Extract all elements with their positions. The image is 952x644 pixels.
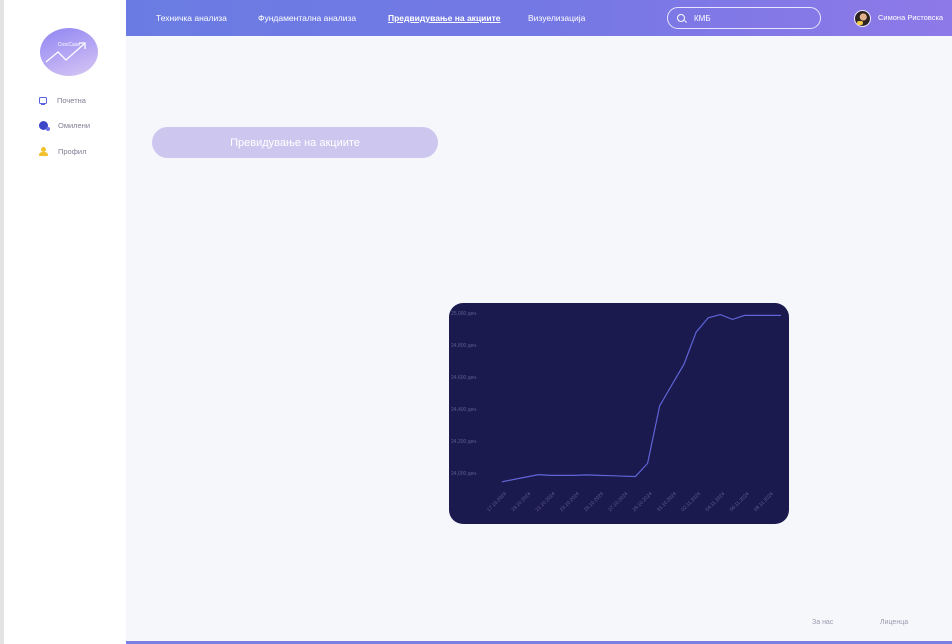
footer-license-link[interactable]: Лиценца [880,619,908,626]
x-tick-label: 23.10.2024 [559,491,581,513]
x-tick-label: 29.10.2024 [632,491,654,513]
app-logo[interactable]: CrocCase [40,28,98,76]
sidebar-item-favorites[interactable]: Омилени [39,118,90,132]
nav-fundamental-analysis[interactable]: Фундаментална анализа [258,13,356,23]
y-tick-label: 24,600 ден. [451,375,478,381]
x-tick-label: 25.10.2024 [583,491,605,513]
user-icon [39,146,48,156]
x-tick-label: 04.11.2024 [705,491,727,513]
x-tick-label: 06.11.2024 [729,491,751,513]
x-tick-label: 19.10.2024 [510,491,532,513]
search-box[interactable] [667,7,821,29]
sidebar-item-home[interactable]: Почетна [39,93,86,107]
price-prediction-chart: 24,000 ден. 24,200 ден. 24,400 ден. 24,600 … [449,303,789,524]
x-tick-label: 31.10.2024 [656,491,678,513]
predict-stocks-button[interactable]: Превидување на акциите [152,127,438,158]
x-tick-label: 27.10.2024 [607,491,629,513]
top-navbar: Техничка анализа Фундаментална анализа П… [126,0,952,36]
x-tick-label: 02.11.2024 [680,491,702,513]
y-tick-label: 24,200 ден. [451,439,478,445]
avatar[interactable] [854,10,871,27]
footer-about-link[interactable]: За нас [812,619,833,626]
search-input[interactable] [694,11,814,25]
sidebar: CrocCase Почетна Омилени Профил [4,0,126,644]
sidebar-item-label: Омилени [58,120,91,130]
nav-visualization[interactable]: Визуелизација [528,13,585,23]
x-tick-label: 17.10.2024 [486,491,508,513]
nav-technical-analysis[interactable]: Техничка анализа [156,13,227,23]
favorites-icon [39,120,50,131]
line-chart: 24,000 ден. 24,200 ден. 24,400 ден. 24,600 … [451,311,781,513]
x-tick-label: 21.10.2024 [535,491,557,513]
x-tick-label: 08.11.2024 [753,491,775,513]
monitor-icon [39,96,47,106]
y-tick-label: 24,000 ден. [451,471,478,477]
series-line [501,313,781,483]
sidebar-item-label: Почетна [57,95,86,105]
user-name[interactable]: Симона Ристовска [878,13,943,22]
y-tick-label: 24,400 ден. [451,407,478,413]
y-tick-label: 25,000 ден. [451,311,478,317]
sidebar-item-label: Профил [58,146,87,156]
nav-stock-prediction[interactable]: Предвидување на акциите [388,13,501,23]
sidebar-item-profile[interactable]: Профил [39,144,86,158]
y-tick-label: 24,800 ден. [451,343,478,349]
search-icon[interactable] [677,14,685,22]
trend-arrow-icon [45,42,86,63]
